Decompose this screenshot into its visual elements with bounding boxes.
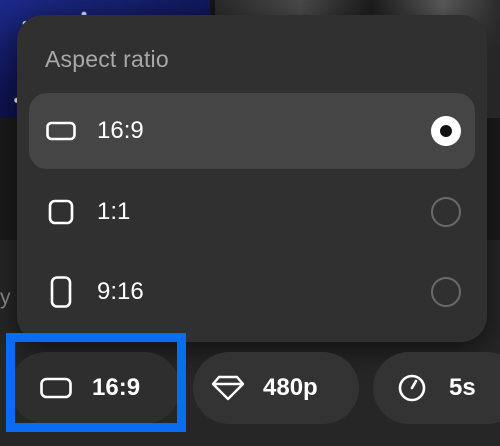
option-label: 9:16 bbox=[97, 278, 144, 305]
diamond-icon bbox=[211, 375, 245, 401]
menu-title: Aspect ratio bbox=[45, 46, 169, 72]
option-9-16[interactable]: 9:16 bbox=[29, 254, 475, 330]
aspect-ratio-button[interactable]: 16:9 bbox=[10, 352, 180, 424]
radio-unchecked[interactable] bbox=[431, 197, 461, 227]
option-label: 1:1 bbox=[97, 198, 131, 225]
timer-icon bbox=[397, 373, 427, 403]
aspect-ratio-value: 16:9 bbox=[92, 374, 141, 401]
option-label: 16:9 bbox=[97, 117, 144, 144]
square-icon bbox=[45, 196, 77, 228]
radio-unchecked[interactable] bbox=[431, 277, 461, 307]
landscape-rect-icon bbox=[45, 115, 77, 147]
landscape-rect-icon bbox=[40, 377, 72, 399]
quality-value: 480p bbox=[263, 374, 318, 401]
quality-button[interactable]: 480p bbox=[193, 352, 359, 424]
aspect-ratio-menu: Aspect ratio 16:9 1:1 9:16 bbox=[17, 15, 487, 342]
prompt-text-fragment: y bbox=[0, 286, 11, 309]
duration-button[interactable]: 5s bbox=[373, 352, 500, 424]
portrait-rect-icon bbox=[45, 276, 77, 308]
option-16-9[interactable]: 16:9 bbox=[29, 93, 475, 169]
duration-value: 5s bbox=[449, 374, 476, 401]
radio-checked[interactable] bbox=[431, 116, 461, 146]
option-1-1[interactable]: 1:1 bbox=[29, 174, 475, 250]
